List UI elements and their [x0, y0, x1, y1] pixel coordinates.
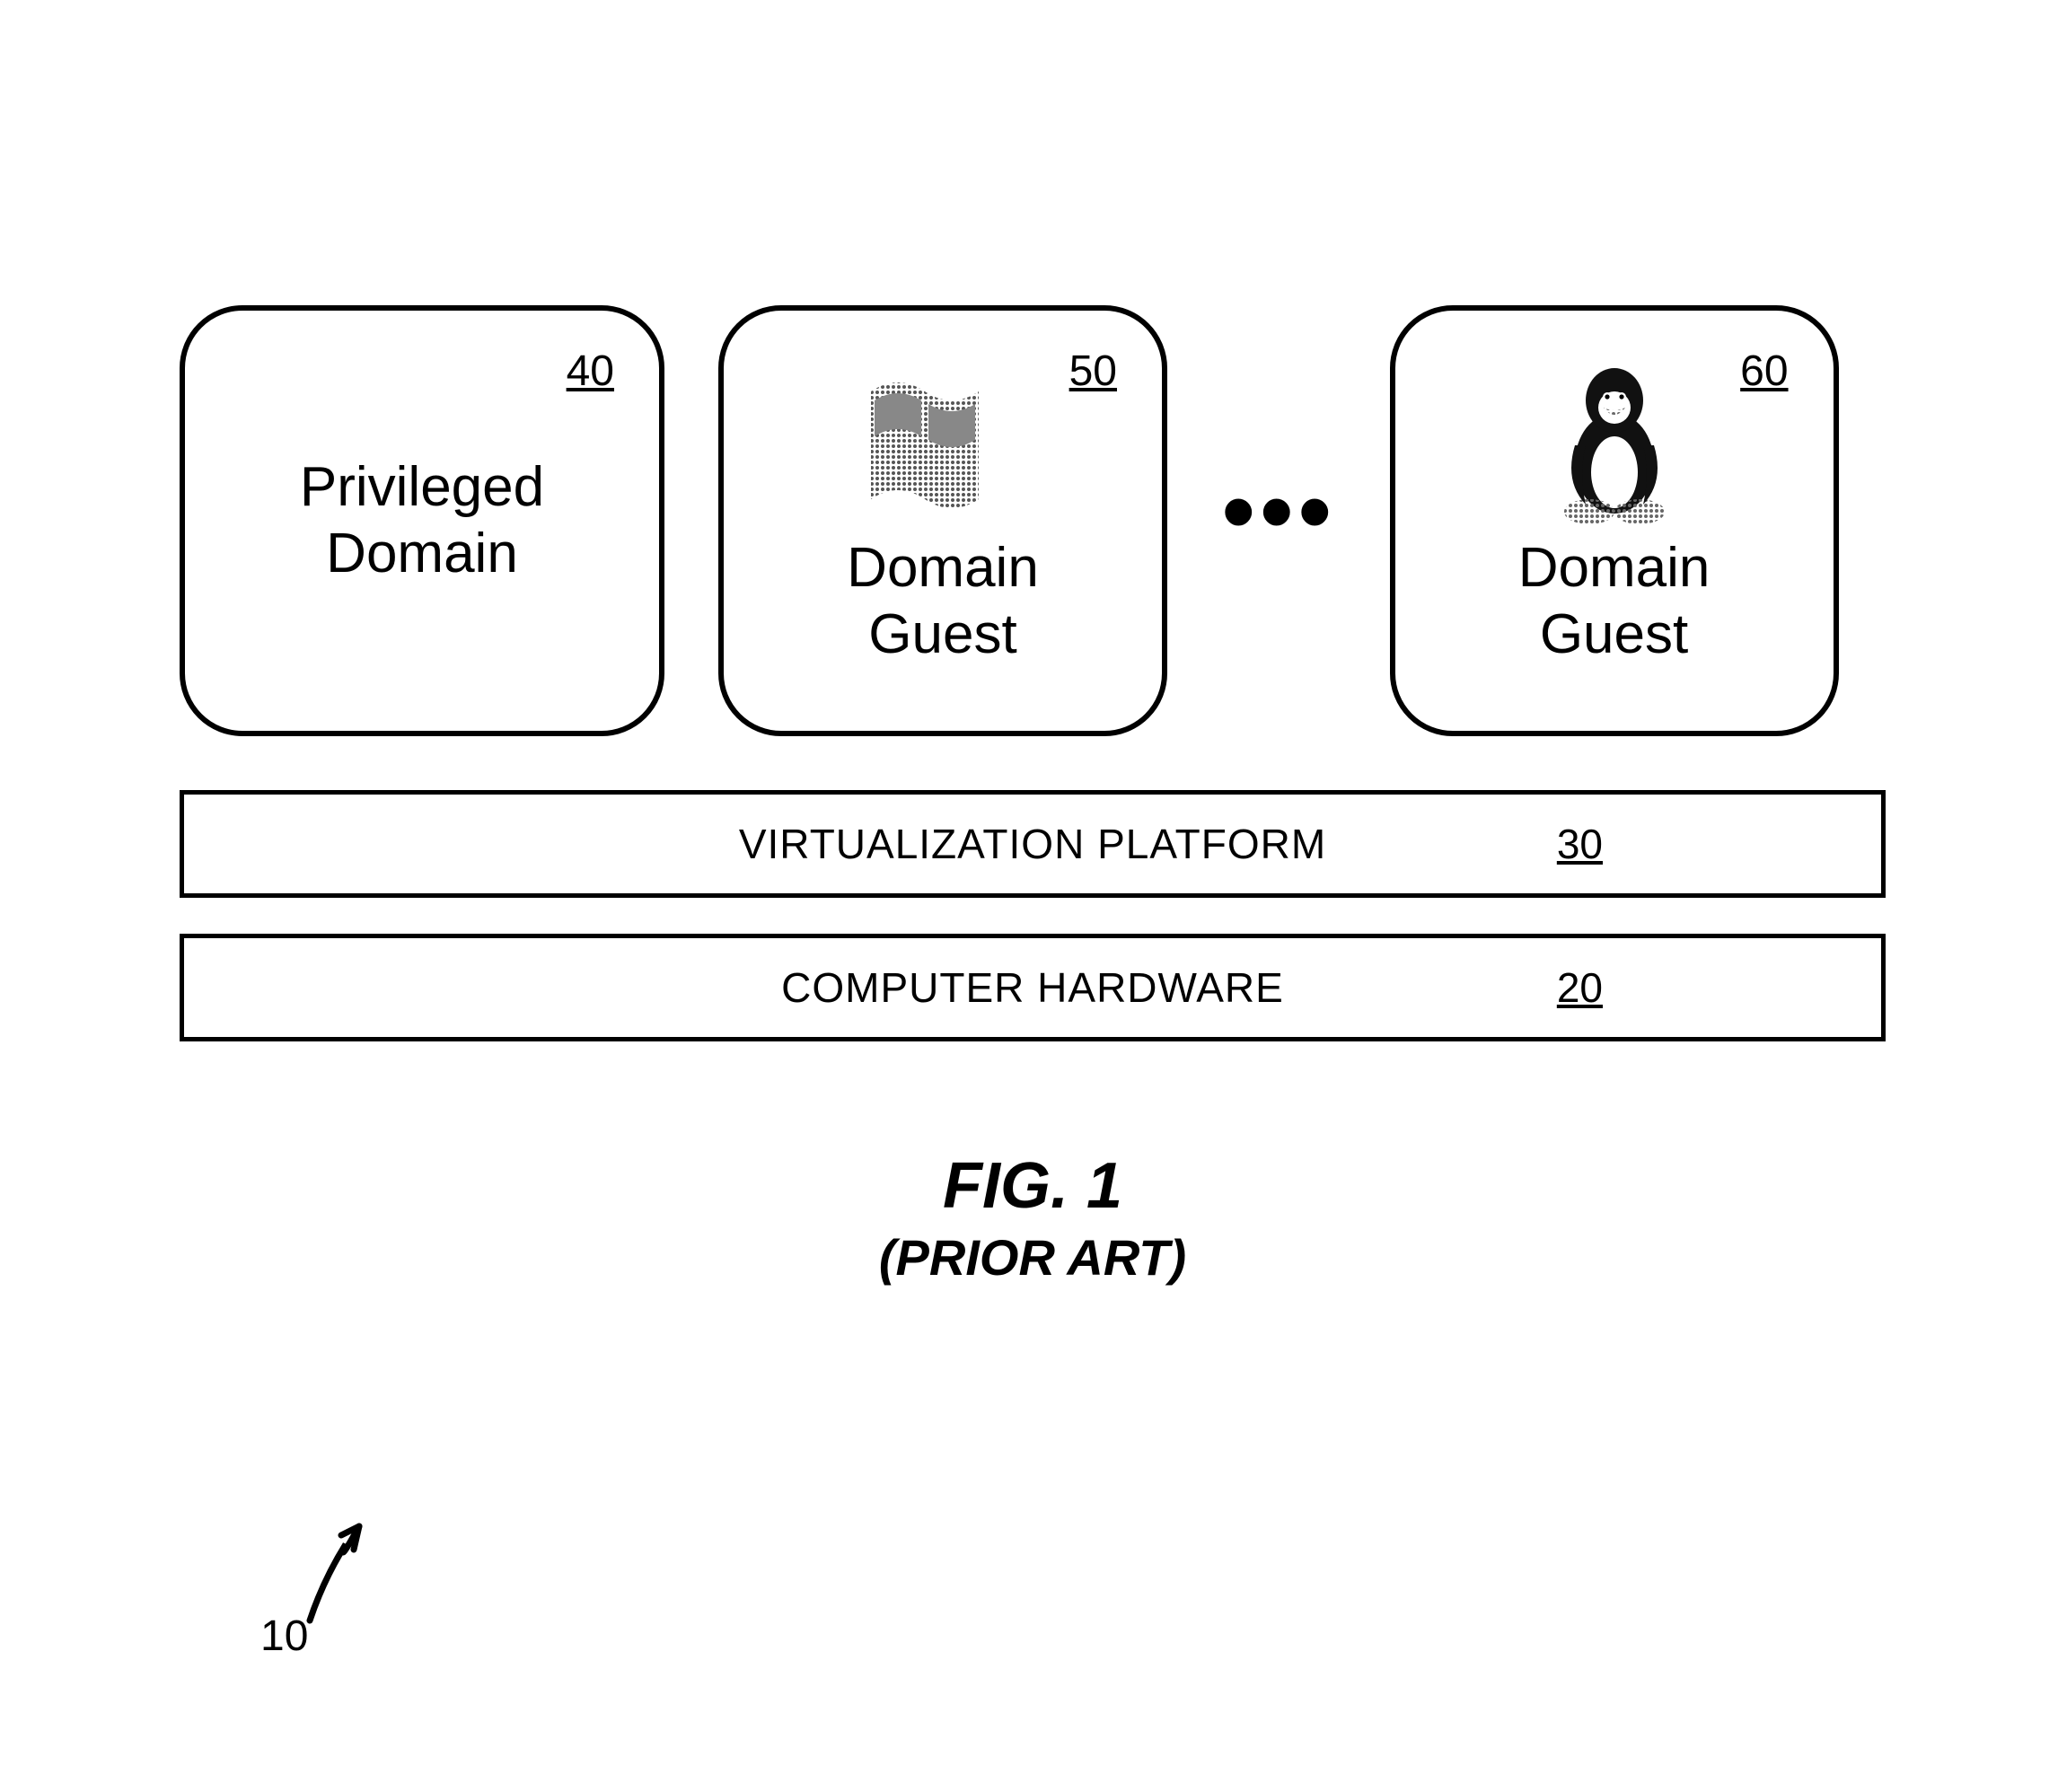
tile-label: Privileged Domain [300, 454, 544, 588]
ref-number: 30 [1557, 820, 1603, 868]
ref-number: 10 [260, 1612, 308, 1661]
diagram-figure-1: 40 Privileged Domain 50 [180, 305, 1886, 1287]
bar: VIRTUALIZATION PLATFORM 30 [180, 790, 1886, 898]
windows-flag-icon [849, 347, 1037, 526]
bar-virtualization-platform: VIRTUALIZATION PLATFORM 30 [180, 790, 1886, 898]
figure-subtitle: (PRIOR ART) [180, 1228, 1886, 1287]
ref-number: 50 [1069, 347, 1117, 396]
bar-computer-hardware: COMPUTER HARDWARE 20 [180, 934, 1886, 1041]
domain-tiles-row: 40 Privileged Domain 50 [180, 305, 1886, 736]
tile-label: Domain Guest [1518, 535, 1711, 669]
ref-number: 40 [567, 347, 614, 396]
ellipsis-icon: ••• [1221, 462, 1336, 561]
tile-label: Domain Guest [847, 535, 1039, 669]
tile-privileged-domain: 40 Privileged Domain [180, 305, 664, 736]
page: 40 Privileged Domain 50 [0, 0, 2058, 1792]
figure-caption: FIG. 1 (PRIOR ART) [180, 1149, 1886, 1287]
figure-number: FIG. 1 [180, 1149, 1886, 1223]
tux-penguin-icon [1520, 347, 1709, 526]
ref-number: 60 [1740, 347, 1788, 396]
tile-domain-guest-linux: 60 [1390, 305, 1839, 736]
ref-number: 20 [1557, 963, 1603, 1012]
diagram-reference-arrow: 10 [260, 1481, 440, 1661]
bar-label: COMPUTER HARDWARE [781, 963, 1284, 1012]
tile-domain-guest-windows: 50 Domain [718, 305, 1167, 736]
bar: COMPUTER HARDWARE 20 [180, 934, 1886, 1041]
bar-label: VIRTUALIZATION PLATFORM [739, 820, 1326, 868]
